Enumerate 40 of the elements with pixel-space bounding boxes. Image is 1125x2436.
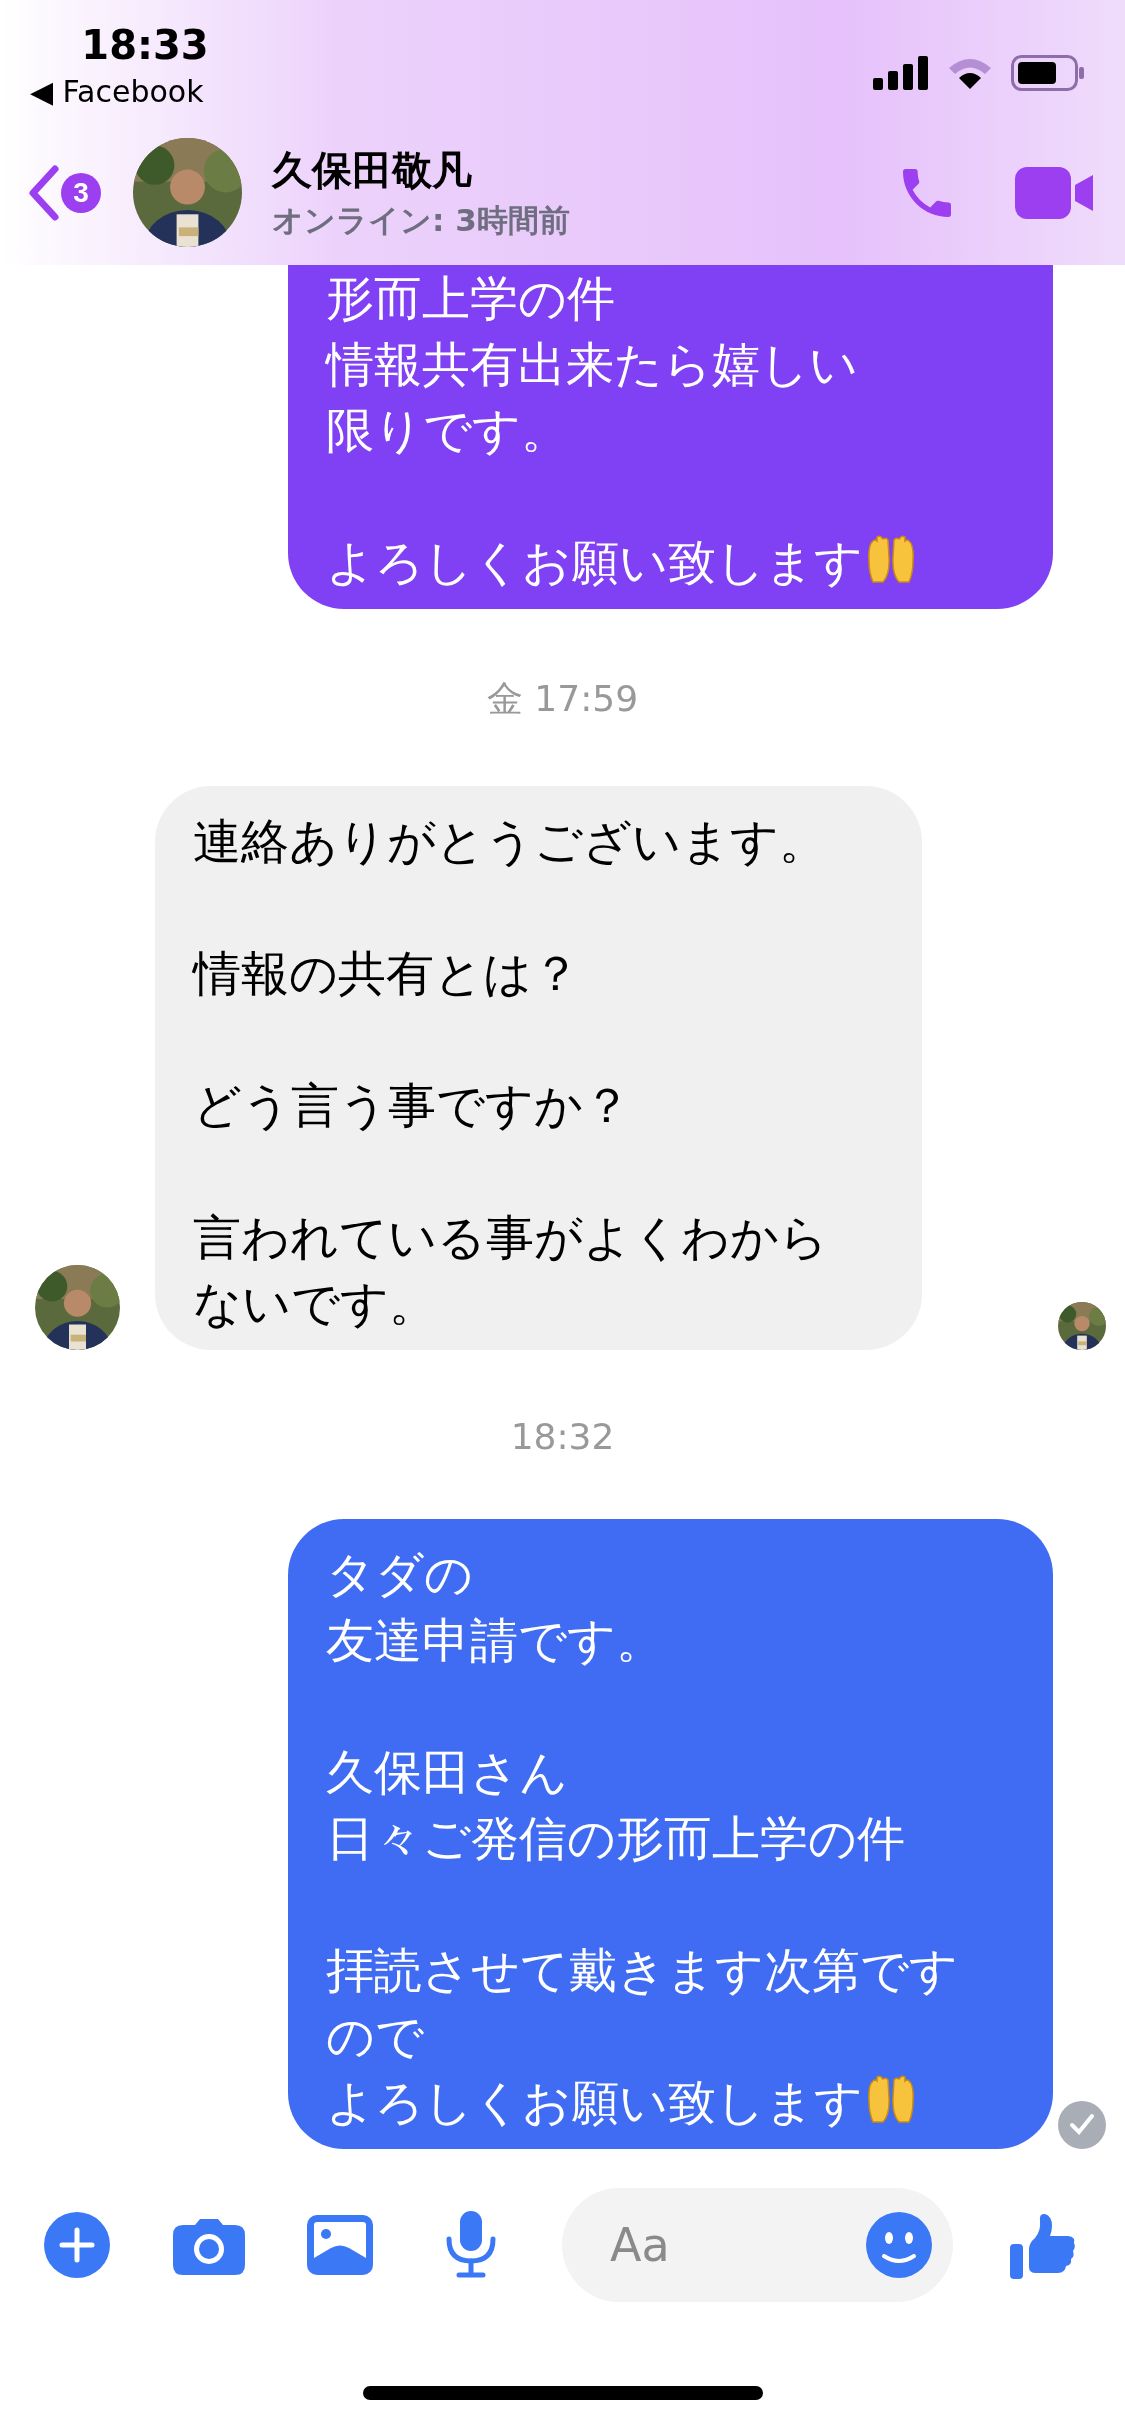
unread-count-badge: 3	[61, 172, 101, 213]
message-text: 日々ご発信の形而上学の件	[326, 1810, 905, 1866]
message-text: ので	[326, 2008, 424, 2064]
message-text: 連絡ありがとうございます。	[193, 813, 827, 869]
wifi-icon	[947, 56, 993, 90]
message-text: よろしくお願い致します	[326, 2074, 863, 2130]
message-field[interactable]: Aa	[562, 2188, 953, 2302]
message-text: よろしくお願い致します	[326, 534, 863, 590]
message-text: 情報の共有とは？	[193, 945, 580, 1001]
battery-icon	[1011, 55, 1085, 91]
image-icon	[307, 2215, 373, 2275]
voice-button[interactable]	[445, 2211, 497, 2279]
clock-time: 18:33	[81, 22, 209, 68]
signal-icon	[873, 56, 929, 90]
message-text: 久保田さん	[326, 1744, 568, 1800]
message-text: 拝読させて戴きます次第です	[326, 1942, 958, 1998]
video-call-button[interactable]	[1015, 164, 1095, 221]
message-text: 限りです。	[326, 402, 569, 458]
add-button[interactable]	[44, 2212, 110, 2278]
microphone-icon	[445, 2211, 497, 2279]
message-timestamp: 18:32	[510, 1416, 615, 1457]
online-status: オンライン: 3時間前	[272, 201, 571, 240]
message-text: 友達申請です。	[326, 1612, 664, 1668]
message-text: どう言う事ですか？	[193, 1077, 631, 1133]
message-text: タダの	[326, 1546, 473, 1602]
message-text: 情報共有出来たら嬉しい	[326, 336, 858, 392]
message-text: ないです。	[193, 1275, 437, 1331]
thumbs-up-icon	[1010, 2211, 1076, 2279]
like-button[interactable]	[1010, 2211, 1076, 2279]
smiley-icon	[866, 2212, 932, 2278]
gallery-button[interactable]	[307, 2215, 373, 2275]
message-timestamp: 金 17:59	[486, 677, 639, 721]
message-input[interactable]: Aa	[608, 2217, 812, 2273]
message-text: 形而上学の件	[326, 270, 615, 326]
video-camera-icon	[1015, 164, 1095, 221]
message-text: 言われている事がよくわから	[193, 1209, 828, 1265]
plus-icon	[44, 2212, 110, 2278]
back-to-app-link[interactable]: ◀ Facebook	[30, 74, 204, 109]
back-button[interactable]: 3	[25, 162, 101, 223]
contact-name: 久保田敬凡	[272, 146, 473, 195]
